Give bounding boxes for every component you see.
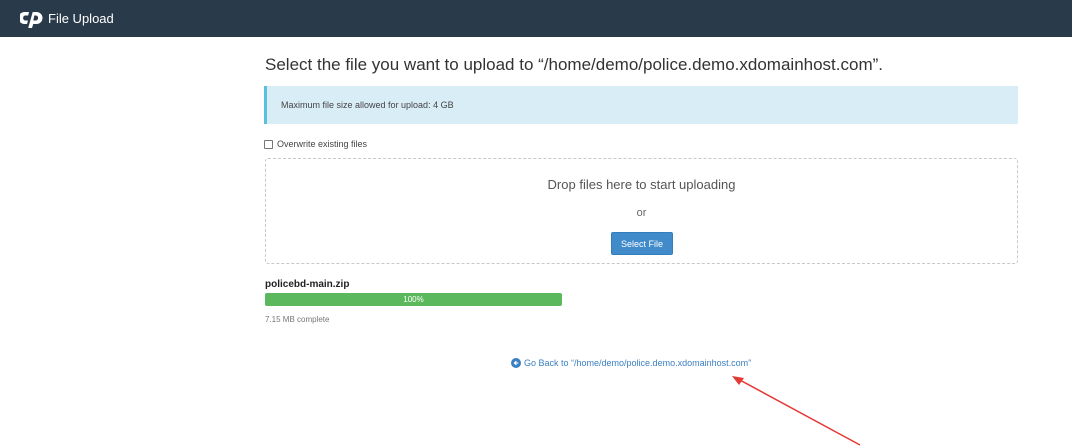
go-back-link[interactable]: Go Back to “/home/demo/police.demo.xdoma…	[511, 358, 751, 368]
upload-progress-label: 100%	[403, 295, 424, 304]
top-header: File Upload	[0, 0, 1072, 37]
overwrite-option[interactable]: Overwrite existing files	[264, 139, 367, 149]
upload-file-name: policebd-main.zip	[265, 279, 350, 290]
upload-status: 7.15 MB complete	[265, 315, 330, 324]
max-size-alert: Maximum file size allowed for upload: 4 …	[264, 86, 1018, 124]
upload-progress-fill: 100%	[265, 293, 562, 306]
page-title: Select the file you want to upload to “/…	[265, 55, 884, 74]
app-title: File Upload	[48, 11, 114, 26]
overwrite-checkbox[interactable]	[264, 139, 273, 149]
alert-text: Maximum file size allowed for upload: 4 …	[281, 100, 454, 110]
drop-zone[interactable]: Drop files here to start uploading or Se…	[265, 158, 1018, 264]
upload-progress-bar: 100%	[265, 293, 562, 306]
go-back-label: Go Back to “/home/demo/police.demo.xdoma…	[524, 358, 752, 368]
drop-zone-or: or	[636, 207, 647, 219]
cpanel-logo-icon[interactable]	[20, 9, 44, 29]
select-file-button[interactable]: Select File	[611, 232, 673, 255]
drop-zone-text: Drop files here to start uploading	[547, 177, 736, 192]
circle-arrow-left-icon	[511, 358, 521, 368]
overwrite-label: Overwrite existing files	[277, 139, 368, 149]
